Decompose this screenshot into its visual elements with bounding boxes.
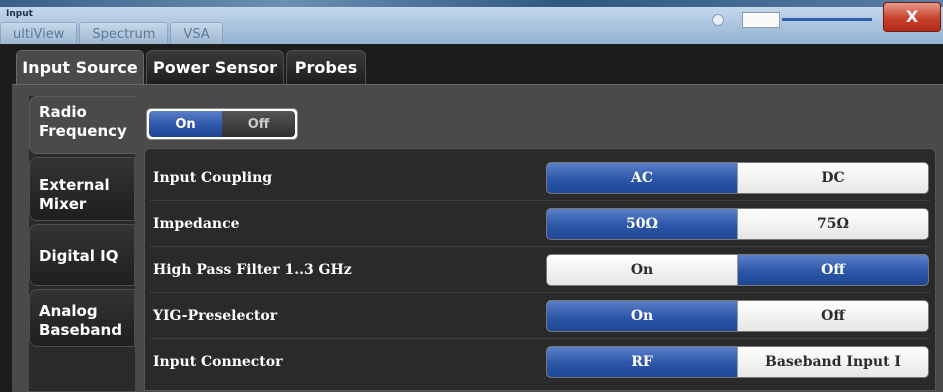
- input-coupling-dc[interactable]: DC: [738, 163, 928, 193]
- side-tab-analog-baseband[interactable]: Analog Baseband: [29, 289, 135, 347]
- input-connector-toggle[interactable]: RF Baseband Input I: [546, 346, 929, 378]
- side-tab-label: External: [39, 176, 110, 194]
- slider-track[interactable]: [782, 18, 872, 21]
- bg-tab-vsa[interactable]: VSA: [170, 22, 223, 44]
- tab-probes[interactable]: Probes: [286, 50, 366, 84]
- transparency-icon: [712, 14, 724, 26]
- bg-tab-multiview[interactable]: ultiView: [0, 22, 78, 44]
- background-tabs: ultiView Spectrum VSA: [0, 22, 223, 44]
- side-tab-label: Baseband: [39, 321, 122, 339]
- slider-handle[interactable]: [742, 12, 780, 28]
- tab-input-source[interactable]: Input Source: [16, 50, 144, 84]
- side-tab-digital-iq[interactable]: Digital IQ: [29, 224, 135, 286]
- rf-state-toggle[interactable]: On Off: [146, 108, 298, 140]
- side-tab-label: Digital IQ: [39, 247, 119, 265]
- close-button[interactable]: X: [883, 2, 941, 32]
- side-tab-label: Radio: [39, 103, 87, 121]
- high-pass-filter-off[interactable]: Off: [738, 255, 928, 285]
- impedance-toggle[interactable]: 50Ω 75Ω: [546, 208, 929, 240]
- window-title: Input: [6, 9, 33, 19]
- yig-preselector-toggle[interactable]: On Off: [546, 300, 929, 332]
- bg-tab-spectrum[interactable]: Spectrum: [79, 22, 169, 44]
- impedance-75-ohm[interactable]: 75Ω: [738, 209, 928, 239]
- side-tab-label: Analog: [39, 302, 98, 320]
- input-coupling-toggle[interactable]: AC DC: [546, 162, 929, 194]
- input-connector-label: Input Connector: [153, 354, 283, 370]
- yig-preselector-on[interactable]: On: [547, 301, 738, 331]
- row-divider: [150, 292, 930, 293]
- title-band: [0, 0, 943, 7]
- impedance-label: Impedance: [153, 216, 240, 232]
- high-pass-filter-toggle[interactable]: On Off: [546, 254, 929, 286]
- input-connector-baseband-i[interactable]: Baseband Input I: [738, 347, 928, 377]
- impedance-50-ohm[interactable]: 50Ω: [547, 209, 738, 239]
- high-pass-filter-on[interactable]: On: [547, 255, 738, 285]
- side-tab-external-mixer[interactable]: External Mixer: [29, 157, 135, 221]
- yig-preselector-off[interactable]: Off: [738, 301, 928, 331]
- side-tab-label: Frequency: [39, 122, 127, 140]
- input-connector-rf[interactable]: RF: [547, 347, 738, 377]
- side-tab-radio-frequency[interactable]: Radio Frequency: [29, 96, 135, 154]
- input-coupling-ac[interactable]: AC: [547, 163, 738, 193]
- tab-power-sensor[interactable]: Power Sensor: [146, 50, 284, 84]
- window-titlebar: Input ultiView Spectrum VSA X: [0, 0, 943, 44]
- transparency-slider[interactable]: [712, 10, 872, 28]
- rf-off-button[interactable]: Off: [222, 111, 295, 137]
- yig-preselector-label: YIG-Preselector: [153, 308, 278, 324]
- rf-on-button[interactable]: On: [149, 111, 222, 137]
- row-divider: [150, 200, 930, 201]
- row-divider: [150, 338, 930, 339]
- input-coupling-label: Input Coupling: [153, 170, 273, 186]
- row-divider: [150, 246, 930, 247]
- side-tab-label: Mixer: [39, 195, 87, 213]
- high-pass-filter-label: High Pass Filter 1..3 GHz: [153, 262, 352, 278]
